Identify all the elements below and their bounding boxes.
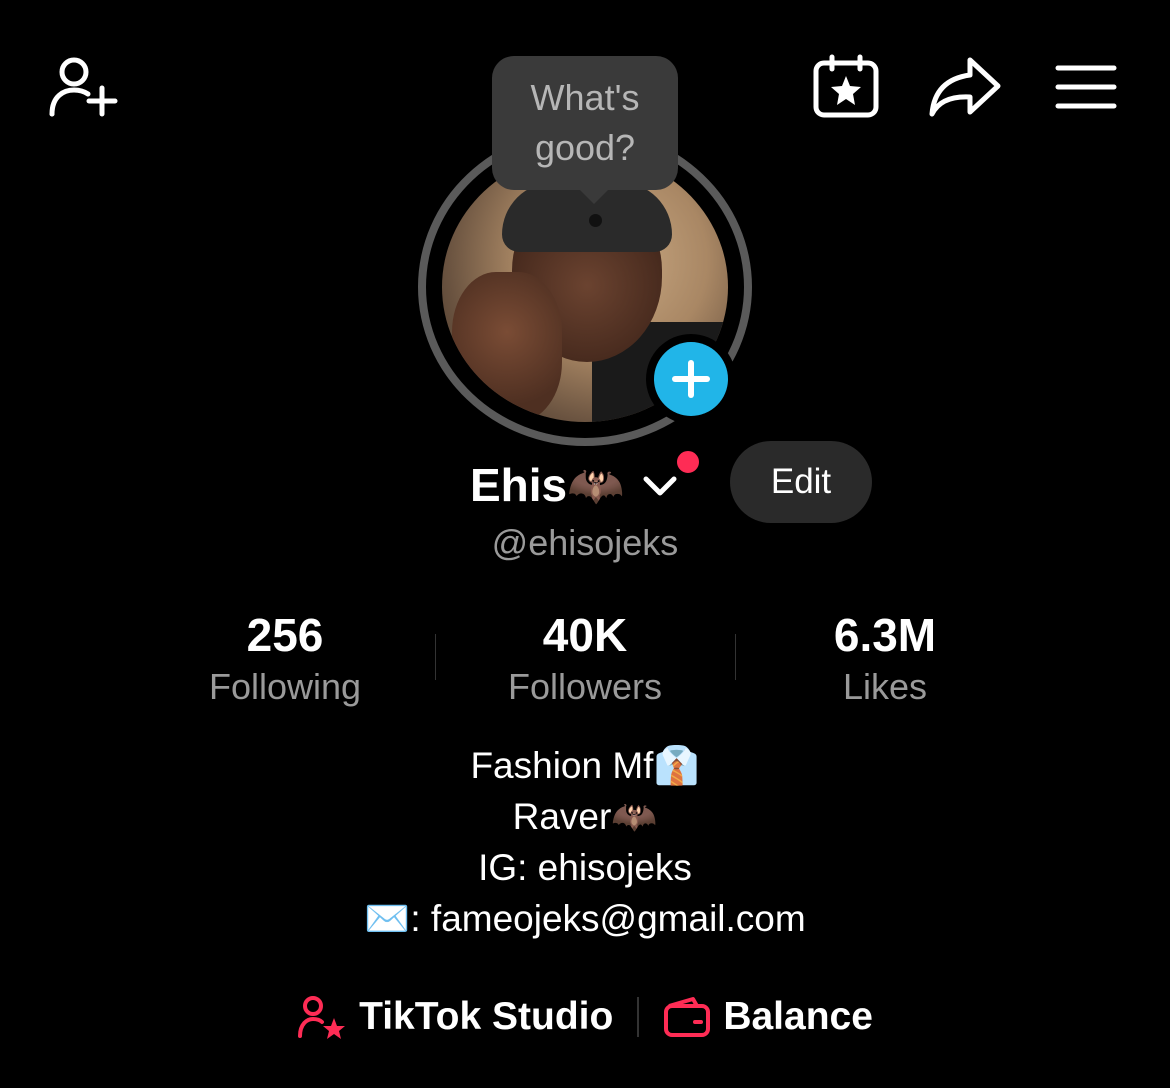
stat-divider (435, 634, 436, 680)
chevron-down-icon (640, 465, 680, 505)
stat-label: Following (208, 666, 362, 707)
notification-dot (674, 448, 702, 476)
display-name: Ehis🦇 (470, 458, 625, 511)
bubble-tail (578, 188, 610, 204)
stat-divider (735, 634, 736, 680)
share-arrow-icon (929, 57, 1001, 117)
add-avatar-button[interactable] (646, 334, 736, 424)
bubble-line-1: What's (530, 77, 640, 118)
creator-star-icon (298, 996, 346, 1039)
person-plus-icon (49, 57, 118, 117)
username: @ehisojeks (491, 522, 679, 563)
hamburger-menu-icon (1055, 65, 1117, 109)
stat-label: Likes (842, 666, 928, 707)
stat-value: 6.3M (833, 609, 937, 661)
tiktok-studio-label: TikTok Studio (359, 995, 614, 1038)
stat-value: 40K (542, 609, 628, 661)
actions-divider (637, 997, 640, 1037)
stat-label: Followers (507, 666, 663, 707)
stat-likes[interactable]: 6.3M Likes (735, 606, 1035, 710)
stats-row: 256 Following 40K Followers 6.3M Likes (135, 606, 1035, 710)
balance-label: Balance (723, 995, 873, 1038)
bio-line: IG: ehisojeks (478, 847, 692, 888)
calendar-button[interactable] (812, 54, 880, 118)
bubble-dot (589, 214, 602, 227)
plus-icon (672, 360, 710, 398)
bubble-line-2: good? (534, 127, 636, 168)
calendar-star-icon (813, 54, 879, 118)
bio-line: ✉️: fameojeks@gmail.com (364, 898, 806, 939)
avatar-hand (452, 272, 562, 422)
profile-actions: TikTok Studio Balance (0, 990, 1170, 1044)
share-button[interactable] (928, 54, 1002, 118)
status-bubble[interactable]: What's good? (492, 56, 678, 190)
menu-button[interactable] (1054, 62, 1118, 112)
name-row[interactable]: Ehis🦇 (470, 450, 680, 520)
tiktok-studio-button[interactable]: TikTok Studio (297, 994, 613, 1040)
bio-line: Raver🦇 (512, 796, 658, 837)
bio-line: Fashion Mf👔 (470, 745, 700, 786)
add-friend-button[interactable] (44, 52, 124, 122)
stat-following[interactable]: 256 Following (135, 606, 435, 710)
edit-profile-button[interactable]: Edit (730, 441, 872, 523)
stat-value: 256 (246, 609, 324, 661)
stat-followers[interactable]: 40K Followers (435, 606, 735, 710)
bio: Fashion Mf👔 Raver🦇 IG: ehisojeks ✉️: fam… (0, 740, 1170, 944)
wallet-icon (664, 997, 711, 1037)
balance-button[interactable]: Balance (663, 995, 873, 1039)
